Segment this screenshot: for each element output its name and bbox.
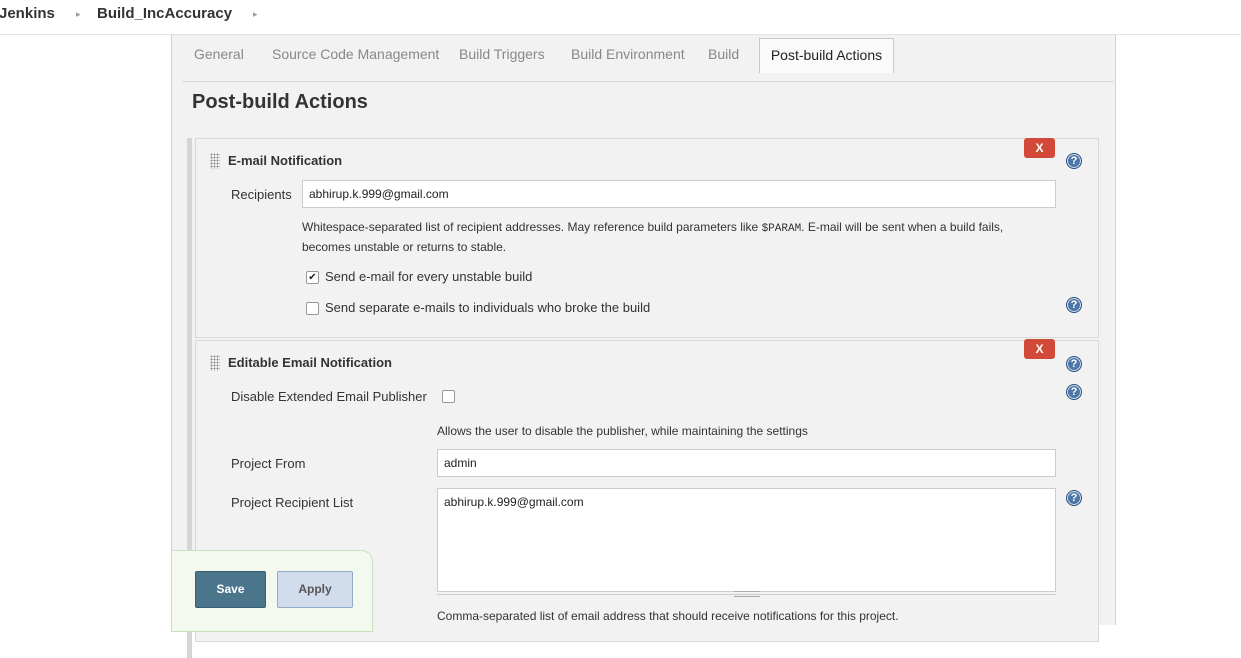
project-from-label: Project From bbox=[231, 456, 306, 471]
textarea-bottom-rule bbox=[437, 594, 1056, 597]
editable-email-title: Editable Email Notification bbox=[228, 355, 392, 370]
section-title: Post-build Actions bbox=[192, 91, 368, 113]
apply-button[interactable]: Apply bbox=[277, 571, 353, 608]
unstable-build-checkbox[interactable]: ✔ bbox=[306, 271, 319, 284]
breadcrumb-separator-icon: ▸ bbox=[253, 9, 258, 19]
project-recipient-list-description: Comma-separated list of email address th… bbox=[437, 609, 899, 623]
tab-source-code-management[interactable]: Source Code Management bbox=[272, 46, 439, 62]
tab-build-environment[interactable]: Build Environment bbox=[571, 46, 685, 62]
drag-handle-icon[interactable] bbox=[210, 355, 220, 371]
disable-publisher-description: Allows the user to disable the publisher… bbox=[437, 424, 808, 438]
help-icon[interactable]: ? bbox=[1066, 490, 1082, 506]
help-icon[interactable]: ? bbox=[1066, 297, 1082, 313]
breadcrumb-jenkins[interactable]: Jenkins bbox=[0, 5, 55, 22]
email-notification-block: E-mail Notification X ? Recipients abhir… bbox=[195, 138, 1099, 338]
config-panel: General Source Code Management Build Tri… bbox=[171, 35, 1116, 658]
delete-editable-email-button[interactable]: X bbox=[1024, 339, 1055, 359]
breadcrumb: Jenkins ▸ Build_IncAccuracy ▸ bbox=[0, 0, 1241, 35]
tabs-divider bbox=[182, 81, 1114, 82]
project-recipient-list-textarea[interactable]: abhirup.k.999@gmail.com bbox=[437, 488, 1056, 592]
recipients-label: Recipients bbox=[231, 187, 292, 202]
disable-publisher-checkbox[interactable] bbox=[442, 390, 455, 403]
save-bar: Save Apply bbox=[171, 550, 373, 632]
drag-handle-icon[interactable] bbox=[210, 153, 220, 169]
project-from-input[interactable]: admin bbox=[437, 449, 1056, 477]
tab-build-triggers[interactable]: Build Triggers bbox=[459, 46, 545, 62]
recipients-description: Whitespace-separated list of recipient a… bbox=[302, 220, 1004, 254]
tab-general[interactable]: General bbox=[194, 46, 244, 62]
individuals-checkbox[interactable] bbox=[306, 302, 319, 315]
help-icon[interactable]: ? bbox=[1066, 153, 1082, 169]
breadcrumb-job[interactable]: Build_IncAccuracy bbox=[97, 5, 232, 22]
help-icon[interactable]: ? bbox=[1066, 384, 1082, 400]
tab-build[interactable]: Build bbox=[708, 46, 739, 62]
save-button[interactable]: Save bbox=[195, 571, 266, 608]
help-icon[interactable]: ? bbox=[1066, 356, 1082, 372]
unstable-build-label: Send e-mail for every unstable build bbox=[325, 269, 533, 284]
project-recipient-list-label: Project Recipient List bbox=[231, 495, 354, 510]
tab-post-build-actions[interactable]: Post-build Actions bbox=[759, 38, 894, 73]
individuals-label: Send separate e-mails to individuals who… bbox=[325, 300, 651, 315]
breadcrumb-separator-icon: ▸ bbox=[76, 9, 81, 19]
email-notification-title: E-mail Notification bbox=[228, 153, 343, 168]
disable-publisher-label: Disable Extended Email Publisher bbox=[231, 389, 427, 404]
recipients-input[interactable]: abhirup.k.999@gmail.com bbox=[302, 180, 1056, 208]
delete-email-notification-button[interactable]: X bbox=[1024, 138, 1055, 158]
